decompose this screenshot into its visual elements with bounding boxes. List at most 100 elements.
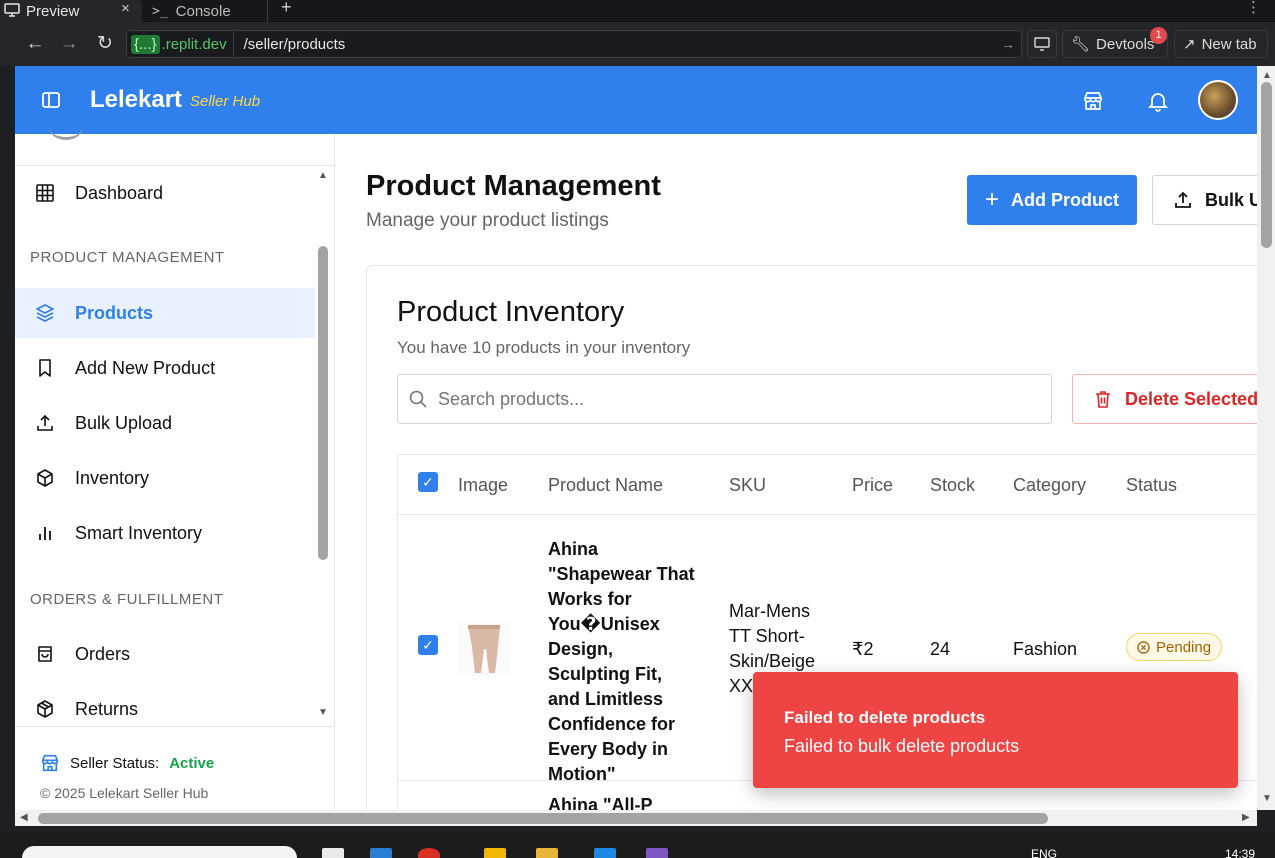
col-status[interactable]: Status <box>1126 475 1177 496</box>
folder-icon[interactable] <box>484 848 506 858</box>
browser-tabbar: Preview × >_ Console + ⋮ <box>0 0 1275 22</box>
forward-arrow-icon[interactable]: → <box>58 33 80 55</box>
search-box[interactable] <box>397 374 1052 424</box>
seller-status-label: Seller Status: <box>70 754 160 772</box>
col-image[interactable]: Image <box>458 475 508 496</box>
tab-preview[interactable]: Preview × <box>0 0 142 22</box>
brand-logo[interactable]: Lelekart <box>90 86 182 114</box>
bulk-upload-button[interactable]: Bulk Up <box>1152 175 1257 225</box>
terminal-icon: >_ <box>152 3 168 19</box>
os-taskbar: ENG 14:39 <box>0 832 1275 858</box>
product-thumbnail[interactable] <box>458 621 510 675</box>
new-tab-plus-icon[interactable]: + <box>281 0 292 18</box>
sidebar-item-label: Products <box>75 302 154 323</box>
page-horizontal-scroll-thumb[interactable] <box>38 813 1048 824</box>
app-header: Lelekart Seller Hub <box>15 66 1257 134</box>
brand-subtitle: Seller Hub <box>190 93 261 110</box>
sidebar: Dashboard PRODUCT MANAGEMENT Products Ad… <box>15 134 335 810</box>
toast-message: Failed to bulk delete products <box>784 736 1020 756</box>
next-row-product-name[interactable]: Ahina "All-P <box>548 795 653 810</box>
tab-close-icon[interactable]: × <box>121 0 130 17</box>
vscode-icon[interactable] <box>594 848 616 858</box>
store-icon <box>41 754 59 772</box>
sidebar-item-inventory[interactable]: Inventory <box>15 453 315 503</box>
sidebar-profile-peek <box>15 134 335 166</box>
search-icon <box>409 390 427 408</box>
product-category: Fashion <box>1013 639 1078 659</box>
monitor-icon <box>4 3 20 17</box>
delete-selected-label: Delete Selected (1 <box>1125 388 1257 409</box>
bar-chart-icon <box>39 527 51 540</box>
sidebar-scrollbar[interactable] <box>318 246 328 560</box>
col-category[interactable]: Category <box>1013 475 1086 496</box>
sidebar-item-label: Smart Inventory <box>75 522 203 543</box>
scroll-down-icon[interactable]: ▼ <box>1262 793 1272 804</box>
tab-console-label: Console <box>175 2 231 20</box>
trash-icon <box>1096 391 1110 408</box>
go-arrow-icon[interactable]: → <box>1001 36 1021 52</box>
add-product-button[interactable]: + Add Product <box>967 175 1137 225</box>
language-indicator[interactable]: ENG <box>1031 847 1057 858</box>
scroll-up-icon[interactable]: ▲ <box>1262 70 1272 81</box>
sidebar-item-bulk-upload[interactable]: Bulk Upload <box>15 398 315 448</box>
sidebar-item-add-new-product[interactable]: Add New Product <box>15 343 315 393</box>
devtools-badge: 1 <box>1150 27 1167 44</box>
more-vertical-icon[interactable]: ⋮ <box>1246 0 1261 16</box>
page-title: Product Management <box>366 170 661 202</box>
status-label: Pending <box>1156 638 1212 656</box>
sidebar-item-smart-inventory[interactable]: Smart Inventory <box>15 508 315 558</box>
edge-icon[interactable] <box>370 848 392 858</box>
sidebar-item-label: Dashboard <box>75 182 164 203</box>
app-icon[interactable] <box>646 848 668 858</box>
delete-selected-button[interactable]: Delete Selected (1 <box>1072 374 1257 424</box>
col-sku[interactable]: SKU <box>729 475 766 496</box>
taskbar-search[interactable] <box>22 846 297 858</box>
url-badge: {...} <box>131 34 160 54</box>
card-subtitle: You have 10 products in your inventory <box>397 338 691 357</box>
product-name[interactable]: Ahina "Shapewear That Works for You�Unis… <box>548 537 698 787</box>
sidebar-scroll-up-icon[interactable]: ▲ <box>318 170 328 181</box>
page-vertical-scroll-thumb[interactable] <box>1261 82 1272 248</box>
tab-preview-label: Preview <box>26 2 80 20</box>
page-subtitle: Manage your product listings <box>366 210 609 231</box>
external-link-icon: ↗ <box>1183 36 1196 53</box>
error-toast[interactable]: Failed to delete products Failed to bulk… <box>753 672 1238 788</box>
explorer-icon[interactable] <box>536 848 558 858</box>
sidebar-item-products[interactable]: Products <box>15 288 315 338</box>
tab-console[interactable]: >_ Console <box>142 0 268 22</box>
scroll-right-icon[interactable]: ▶ <box>1242 812 1250 823</box>
device-preview-button[interactable] <box>1027 30 1057 58</box>
package-return-icon <box>37 700 53 718</box>
col-product-name[interactable]: Product Name <box>548 475 663 496</box>
select-all-checkbox[interactable]: ✓ <box>418 472 438 492</box>
sidebar-item-label: Add New Product <box>75 357 216 378</box>
product-price: ₹2 <box>852 639 874 659</box>
sidebar-footer: Seller Status: Active © 2025 Lelekart Se… <box>15 726 335 810</box>
copyright: © 2025 Lelekart Seller Hub <box>40 785 209 801</box>
col-price[interactable]: Price <box>852 475 893 496</box>
bell-icon[interactable] <box>1147 90 1169 112</box>
app-viewport: Lelekart Seller Hub Dashboard PRODUCT MA… <box>15 66 1257 810</box>
screen-icon <box>1034 37 1050 51</box>
row-checkbox[interactable]: ✓ <box>418 635 438 655</box>
url-field[interactable]: {...} .replit.dev /seller/products → <box>126 30 1022 58</box>
avatar[interactable] <box>1198 80 1238 120</box>
clock[interactable]: 14:39 <box>1225 847 1255 858</box>
back-arrow-icon[interactable]: ← <box>24 33 46 55</box>
seller-status-value: Active <box>169 754 215 772</box>
file-icon[interactable] <box>322 848 344 858</box>
col-stock[interactable]: Stock <box>930 475 975 496</box>
reload-icon[interactable]: ↻ <box>94 33 116 55</box>
sidebar-toggle-icon[interactable] <box>41 90 61 110</box>
sidebar-item-label: Inventory <box>75 467 150 488</box>
chrome-icon[interactable] <box>418 848 440 858</box>
scroll-left-icon[interactable]: ◀ <box>20 812 28 823</box>
sidebar-item-dashboard[interactable]: Dashboard <box>15 168 315 218</box>
new-tab-button[interactable]: ↗ New tab <box>1174 30 1268 58</box>
sidebar-item-orders[interactable]: Orders <box>15 629 315 679</box>
status-badge: Pending <box>1126 633 1223 661</box>
box-icon <box>37 469 53 487</box>
sidebar-scroll-down-icon[interactable]: ▼ <box>318 707 328 718</box>
store-icon[interactable] <box>1082 90 1104 112</box>
search-input[interactable] <box>438 388 998 410</box>
